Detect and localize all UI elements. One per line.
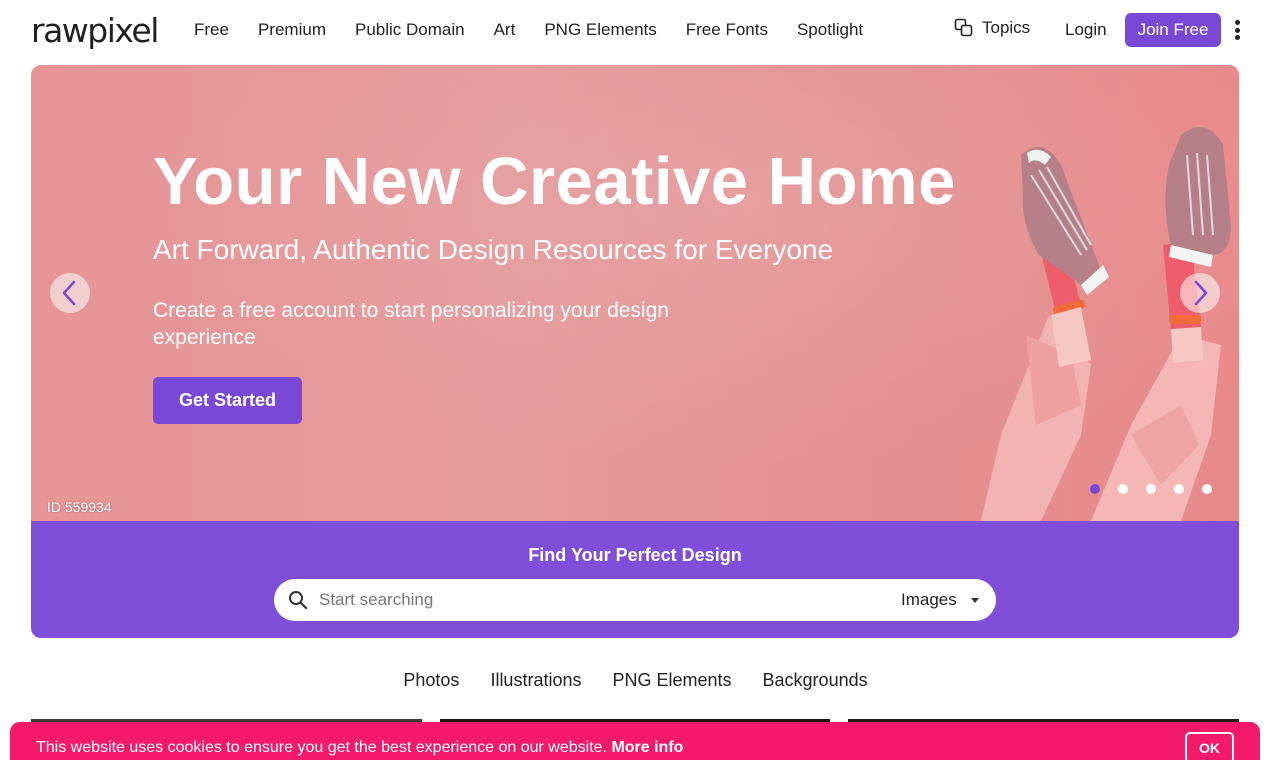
carousel-dot-5[interactable] <box>1202 484 1212 494</box>
nav-art[interactable]: Art <box>494 20 516 40</box>
search-bar: Images <box>274 579 996 621</box>
hero-subtitle: Art Forward, Authentic Design Resources … <box>153 234 834 265</box>
cookie-message-row: This website uses cookies to ensure you … <box>36 739 683 757</box>
nav-public-domain[interactable]: Public Domain <box>355 20 465 40</box>
get-started-button[interactable]: Get Started <box>153 377 302 424</box>
carousel-dot-2[interactable] <box>1118 484 1128 494</box>
search-type-dropdown[interactable]: Images <box>901 590 979 610</box>
category-tabs: Photos Illustrations PNG Elements Backgr… <box>0 670 1270 690</box>
nav-png-elements[interactable]: PNG Elements <box>544 20 656 40</box>
carousel-dot-1[interactable] <box>1090 484 1100 494</box>
chevron-right-icon <box>1194 280 1208 306</box>
main-nav: Free Premium Public Domain Art PNG Eleme… <box>194 20 863 40</box>
search-input[interactable] <box>319 587 879 613</box>
join-free-button[interactable]: Join Free <box>1125 13 1221 47</box>
carousel-prev-button[interactable] <box>50 273 90 313</box>
nav-free[interactable]: Free <box>194 20 229 40</box>
carousel-dot-4[interactable] <box>1174 484 1184 494</box>
image-id-label: ID 559934 <box>47 499 112 515</box>
carousel-dot-3[interactable] <box>1146 484 1156 494</box>
hero-description: Create a free account to start personali… <box>153 299 669 349</box>
rawpixel-logo[interactable]: rawpixel <box>31 13 159 49</box>
hero-banner: Your New Creative Home Art Forward, Auth… <box>31 65 1239 521</box>
login-link[interactable]: Login <box>1065 20 1107 40</box>
nav-spotlight[interactable]: Spotlight <box>797 20 863 40</box>
search-title: Find Your Perfect Design <box>528 545 742 565</box>
sneaker-legs-image <box>981 127 1231 521</box>
tab-png-elements[interactable]: PNG Elements <box>612 670 731 690</box>
topics-icon <box>954 18 973 37</box>
tab-backgrounds[interactable]: Backgrounds <box>763 670 868 690</box>
cookie-message: This website uses cookies to ensure you … <box>36 739 612 756</box>
search-section: Find Your Perfect Design Images <box>31 521 1239 638</box>
cookie-ok-button[interactable]: OK <box>1185 732 1234 760</box>
carousel-next-button[interactable] <box>1180 273 1220 313</box>
nav-premium[interactable]: Premium <box>258 20 326 40</box>
search-type-label: Images <box>901 590 957 609</box>
tab-photos[interactable]: Photos <box>403 670 459 690</box>
cookie-banner: This website uses cookies to ensure you … <box>10 722 1260 760</box>
more-info-link[interactable]: More info <box>611 739 683 756</box>
chevron-left-icon <box>62 280 76 306</box>
caret-down-icon <box>970 597 979 603</box>
topics-button[interactable]: Topics <box>954 18 1030 38</box>
topics-label: Topics <box>982 18 1031 37</box>
tab-illustrations[interactable]: Illustrations <box>490 670 581 690</box>
site-header: rawpixel Free Premium Public Domain Art … <box>0 0 1270 60</box>
more-menu-icon[interactable] <box>1228 18 1246 42</box>
hero-title: Your New Creative Home <box>153 144 956 219</box>
nav-free-fonts[interactable]: Free Fonts <box>686 20 768 40</box>
carousel-dots <box>1090 484 1212 494</box>
search-icon[interactable] <box>288 590 308 610</box>
